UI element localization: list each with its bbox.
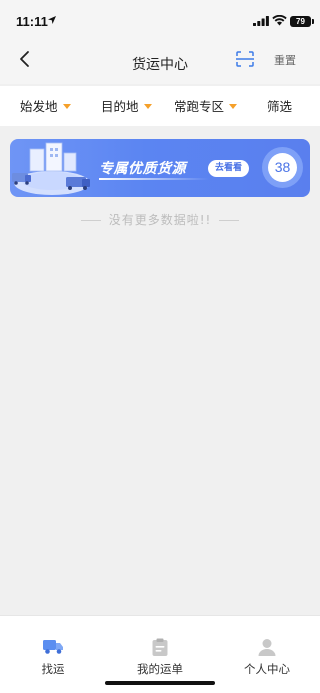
- view-now-button[interactable]: 去看看: [208, 160, 249, 177]
- filter-frequent-routes[interactable]: 常跑专区: [174, 96, 238, 116]
- dropdown-caret-icon: [143, 104, 152, 109]
- nav-bar: 货运中心 重置: [0, 44, 320, 84]
- dropdown-caret-icon: [62, 104, 71, 109]
- home-indicator: [105, 681, 215, 685]
- location-arrow-icon: [48, 16, 56, 24]
- filter-origin-label: 始发地: [20, 99, 58, 114]
- no-more-data-text: 没有更多数据啦!!: [108, 213, 212, 227]
- tab-profile[interactable]: 个人中心: [214, 616, 320, 676]
- truck-icon: [43, 640, 63, 654]
- signal-icon: [253, 16, 269, 26]
- banner-title: 专属优质货源: [99, 161, 186, 177]
- tab-profile-label: 个人中心: [244, 662, 290, 676]
- filter-bar: 始发地 目的地 常跑专区 筛选: [0, 86, 320, 126]
- tab-my-waybills-label: 我的运单: [137, 662, 183, 676]
- filter-destination-label: 目的地: [101, 99, 139, 114]
- person-icon: [258, 639, 276, 656]
- filter-more[interactable]: 筛选: [267, 96, 292, 116]
- reset-button[interactable]: 重置: [274, 52, 296, 68]
- filter-origin[interactable]: 始发地: [20, 96, 71, 116]
- tab-my-waybills[interactable]: 我的运单: [107, 616, 213, 676]
- filter-frequent-routes-label: 常跑专区: [174, 99, 225, 114]
- filter-more-label: 筛选: [267, 99, 293, 114]
- status-time: 11:11: [16, 14, 48, 29]
- divider-right: [219, 220, 240, 221]
- waybill-icon: [152, 638, 168, 656]
- cargo-count: 38: [268, 153, 297, 182]
- truck-illustration-icon: [12, 142, 90, 195]
- filter-destination[interactable]: 目的地: [101, 96, 152, 116]
- battery-icon: 79: [290, 16, 314, 27]
- status-bar: 11:11 79: [0, 0, 320, 44]
- scan-icon[interactable]: [236, 51, 254, 67]
- wifi-icon: [272, 15, 287, 26]
- cargo-count-badge: 38: [262, 147, 303, 188]
- banner-underline: [99, 178, 209, 180]
- premium-cargo-banner[interactable]: 专属优质货源 去看看 38: [10, 139, 310, 197]
- divider-left: [80, 220, 101, 221]
- tab-find-cargo[interactable]: 找运: [0, 616, 106, 676]
- page-title: 货运中心: [132, 57, 188, 73]
- tab-find-cargo-label: 找运: [41, 662, 65, 676]
- no-more-data-message: 没有更多数据啦!!: [0, 211, 320, 228]
- dropdown-caret-icon: [229, 104, 238, 109]
